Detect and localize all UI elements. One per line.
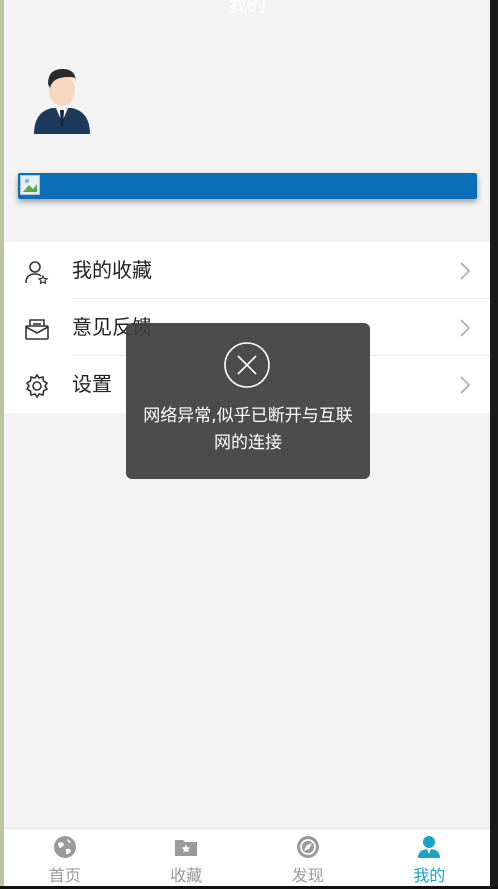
- right-edge-strip: [490, 0, 498, 889]
- mail-tray-icon: [24, 316, 50, 342]
- tab-label: 首页: [48, 866, 81, 885]
- bottom-tab-bar: 首页 收藏 发现 我的: [4, 828, 490, 886]
- tab-mine[interactable]: 我的: [369, 829, 491, 886]
- user-star-icon: [24, 259, 50, 285]
- chevron-right-icon: [458, 375, 472, 395]
- menu-item-label: 我的收藏: [72, 258, 152, 282]
- close-circle-icon: [223, 341, 271, 389]
- page-title: 我的: [227, 0, 266, 16]
- tab-label: 收藏: [170, 866, 203, 885]
- chevron-right-icon: [458, 318, 472, 338]
- person-icon: [417, 835, 441, 859]
- chevron-right-icon: [458, 261, 472, 281]
- tab-label: 发现: [291, 866, 324, 885]
- tab-home[interactable]: 首页: [4, 829, 126, 886]
- tab-label: 我的: [413, 866, 446, 885]
- menu-item-favorites[interactable]: 我的收藏: [4, 242, 490, 299]
- broken-image-icon: [20, 175, 40, 195]
- gear-icon: [24, 373, 50, 399]
- app-screen: 我的 我的收藏 意见反馈 设置 网络异常,似乎已断开与互联网的连接 首页 收藏 …: [4, 0, 490, 886]
- menu-item-label: 设置: [72, 372, 112, 396]
- user-avatar-icon[interactable]: [30, 64, 94, 138]
- toast-message: 网络异常,似乎已断开与互联网的连接: [143, 406, 353, 453]
- tab-discover[interactable]: 发现: [247, 829, 369, 886]
- network-error-toast: 网络异常,似乎已断开与互联网的连接: [126, 323, 370, 479]
- compass-icon: [296, 835, 320, 859]
- globe-icon: [53, 835, 77, 859]
- folder-star-icon: [174, 835, 198, 859]
- tab-favorites[interactable]: 收藏: [126, 829, 248, 886]
- blue-banner[interactable]: [18, 173, 477, 199]
